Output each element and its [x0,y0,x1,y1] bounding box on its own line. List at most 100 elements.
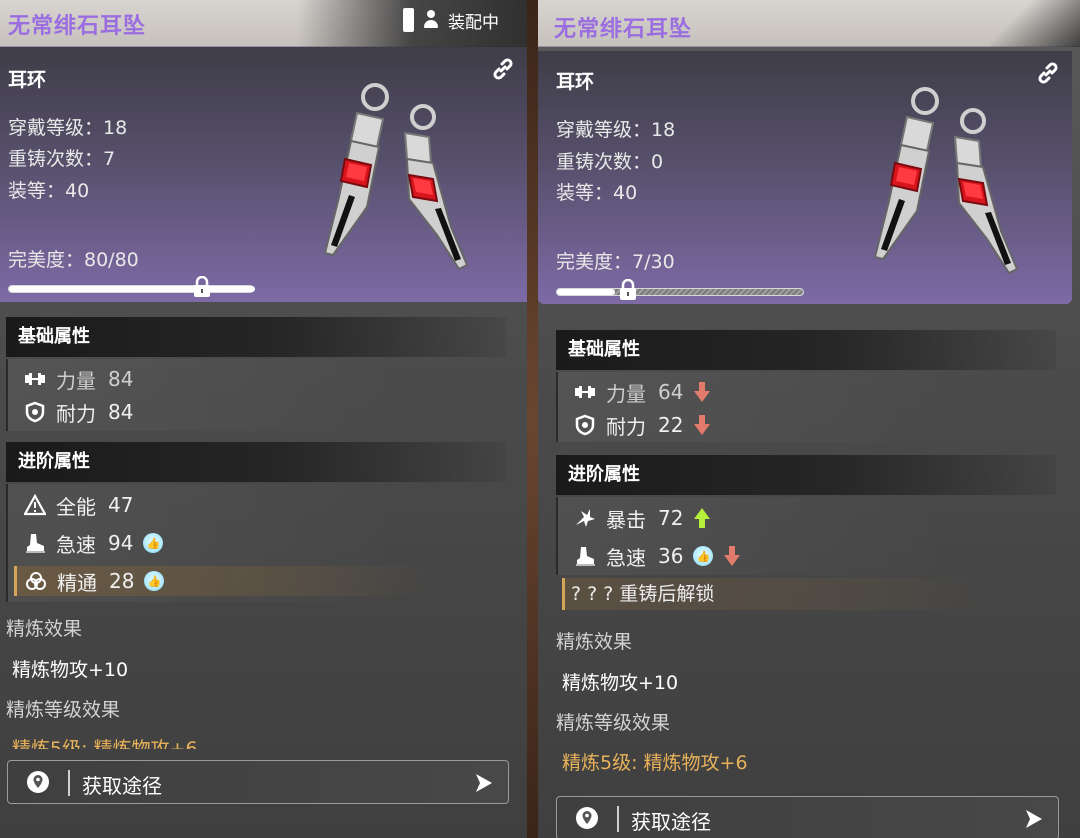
perfection-fill [9,286,255,292]
recommend-badge-icon: 👍 [144,571,165,591]
stat-name: 耐力 [606,414,646,439]
dumbbell-icon [25,373,45,385]
perfection-fill [557,289,615,295]
wear-level: 穿戴等级：18 [556,119,676,141]
item-tooltip-equipped: 无常绯石耳坠 装配中 耳环 穿戴等级：18 重铸次数：7 装等：40 完美度：8… [0,0,527,838]
stat-strength: 力量 84 [24,364,133,394]
stat-stamina: 耐力 22 [574,410,711,440]
crit-burst-icon [576,509,595,527]
earring-image [323,83,469,271]
wear-level: 穿戴等级：18 [8,117,128,139]
lock-icon [620,279,636,300]
advanced-attributes-header: 进阶属性 [556,455,1056,495]
arrow-right-icon [1026,810,1042,828]
stat-value: 36 [658,544,684,568]
stat-name: 全能 [56,494,96,519]
stat-mastery: 精通 28 👍 [14,566,434,596]
acquire-source-label: 获取途径 [82,774,162,798]
refine-level-effect: 精炼5级: 精炼物攻+6 [12,738,198,749]
slot-type: 耳环 [8,69,47,91]
reforge-count: 重铸次数：7 [8,148,116,170]
stat-name: 耐力 [56,401,96,426]
stat-value: 94 [108,531,134,555]
stat-value: 22 [658,413,684,437]
map-pin-icon [576,807,598,829]
boot-icon [26,534,45,553]
title-bar: 无常绯石耳坠 [538,0,1080,47]
locked-stat-hint: ? ? ? 重铸后解锁 [562,578,992,610]
arrow-down-icon [724,546,741,566]
equip-indicator-icon [403,8,414,32]
advanced-attributes: 全能 47 急速 94 👍 精通 28 👍 [6,484,506,602]
base-attributes: 力量 64 耐力 22 [556,372,1056,442]
item-hero: 耳环 穿戴等级：18 重铸次数：7 装等：40 完美度：80/80 [0,47,527,302]
arrow-down-icon [694,415,711,435]
title-bar: 无常绯石耳坠 装配中 [0,0,527,47]
refine-level-effect: 精炼5级: 精炼物攻+6 [562,752,748,774]
acquire-source-button[interactable]: 获取途径 [7,760,509,804]
stat-value: 72 [658,506,684,530]
perfection-label: 完美度：80/80 [8,249,139,271]
slot-type: 耳环 [556,71,595,93]
stat-versatility: 全能 47 [24,490,133,520]
shield-icon [25,401,45,423]
stat-name: 急速 [56,532,96,557]
lock-icon [194,276,210,297]
advanced-attributes: 暴击 72 急速 36 👍 [556,497,1056,575]
recommend-badge-icon: 👍 [143,533,164,553]
advanced-attributes-header: 进阶属性 [6,442,506,482]
gear-score: 装等：40 [8,180,90,202]
gear-score: 装等：40 [556,182,638,204]
link-icon[interactable] [1036,61,1060,85]
boot-icon [576,547,595,566]
stat-name: 力量 [606,381,646,406]
link-icon[interactable] [491,57,515,81]
refine-effect: 精炼物攻+10 [562,672,679,694]
stat-name: 急速 [606,545,646,570]
stat-haste: 急速 36 👍 [574,541,741,571]
base-attributes-header: 基础属性 [556,330,1056,370]
arrow-up-icon [694,508,711,528]
stat-value: 84 [108,367,134,391]
arrow-down-icon [694,382,711,402]
refine-label: 精炼效果 [556,631,633,653]
refine-level-label: 精炼等级效果 [556,712,671,734]
item-tooltip-compare: 无常绯石耳坠 耳环 穿戴等级：18 重铸次数：0 装等：40 完美度：7/30 [538,0,1080,838]
dumbbell-icon [575,386,595,398]
recommend-badge-icon: 👍 [693,546,714,566]
stat-name: 暴击 [606,507,646,532]
shield-icon [575,414,595,436]
base-attributes: 力量 84 耐力 84 [6,359,506,431]
stat-value: 84 [108,400,134,424]
earring-image [873,87,1019,275]
map-pin-icon [27,771,49,793]
refine-level-label: 精炼等级效果 [6,699,121,721]
item-title: 无常绯石耳坠 [8,14,147,39]
equip-status: 装配中 [403,8,499,33]
item-title: 无常绯石耳坠 [554,17,693,42]
stat-stamina: 耐力 84 [24,397,133,427]
person-icon [422,10,440,30]
panel-divider [527,0,538,838]
stat-value: 64 [658,380,684,404]
triple-circle-icon [26,572,46,590]
item-hero: 耳环 穿戴等级：18 重铸次数：0 装等：40 完美度：7/30 [538,51,1072,304]
stat-value: 47 [108,493,134,517]
stat-name: 精通 [57,570,97,595]
acquire-source-button[interactable]: 获取途径 [556,796,1059,838]
refine-label: 精炼效果 [6,618,83,640]
acquire-source-label: 获取途径 [631,810,711,834]
stat-name: 力量 [56,368,96,393]
base-attributes-header: 基础属性 [6,317,506,357]
equip-status-label: 装配中 [448,12,499,33]
stat-strength: 力量 64 [574,377,711,407]
stat-crit: 暴击 72 [574,503,711,533]
perfection-label: 完美度：7/30 [556,251,675,273]
perfection-bar [8,285,255,293]
arrow-right-icon [476,774,492,792]
stat-value: 28 [109,569,135,593]
reforge-count: 重铸次数：0 [556,151,664,173]
stat-haste: 急速 94 👍 [24,528,164,558]
perfection-bar [556,288,804,296]
triangle-warning-icon [24,494,46,516]
